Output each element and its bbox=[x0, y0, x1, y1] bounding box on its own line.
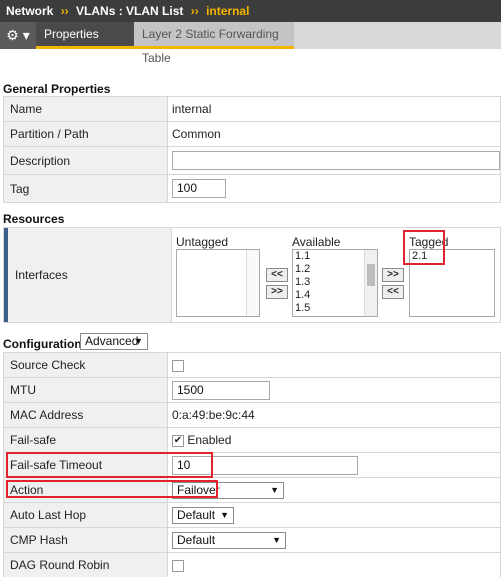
general-properties-table: Name internal Partition / Path Common De… bbox=[3, 96, 501, 203]
interfaces-label: Interfaces bbox=[8, 228, 172, 322]
auto-last-hop-cell: Default ▼ bbox=[167, 502, 501, 528]
breadcrumb-separator: ›› bbox=[60, 4, 69, 18]
description-cell bbox=[167, 146, 501, 175]
dag-label: DAG Round Robin bbox=[3, 552, 168, 577]
description-input[interactable] bbox=[172, 151, 500, 170]
mtu-label: MTU bbox=[3, 377, 168, 403]
resources-title: Resources bbox=[3, 212, 65, 226]
mtu-input[interactable]: 1500 bbox=[172, 380, 270, 400]
source-check-cell bbox=[167, 352, 501, 378]
available-label: Available bbox=[292, 235, 341, 249]
configuration-mode-value: Advanced bbox=[85, 334, 139, 348]
move-from-tagged-button[interactable]: << bbox=[382, 285, 404, 299]
available-scrollbar[interactable] bbox=[364, 250, 377, 316]
untagged-listbox[interactable] bbox=[176, 249, 260, 317]
row-description: Description bbox=[3, 146, 501, 175]
tag-input[interactable]: 100 bbox=[172, 179, 226, 198]
untagged-label: Untagged bbox=[176, 235, 229, 249]
mac-value: 0:a:49:be:9c:44 bbox=[167, 402, 501, 428]
name-label: Name bbox=[3, 96, 168, 122]
configuration-title: Configuration: bbox=[3, 337, 86, 351]
partition-label: Partition / Path bbox=[3, 121, 168, 147]
mtu-cell: 1500 bbox=[167, 377, 501, 403]
available-listbox[interactable]: 1.1 1.2 1.3 1.4 1.5 bbox=[292, 249, 378, 317]
row-auto-last-hop: Auto Last Hop Default ▼ bbox=[3, 502, 501, 528]
row-mac: MAC Address 0:a:49:be:9c:44 bbox=[3, 402, 501, 428]
dag-cell bbox=[167, 552, 501, 577]
row-failsafe: Fail-safe ✔ Enabled bbox=[3, 427, 501, 453]
chevron-down-icon: ▼ bbox=[270, 484, 279, 495]
general-properties-title: General Properties bbox=[3, 82, 111, 96]
name-value: internal bbox=[167, 96, 501, 122]
tab-properties[interactable]: Properties bbox=[36, 22, 134, 49]
action-highlight-box bbox=[6, 480, 218, 498]
failsafe-value: Enabled bbox=[187, 433, 232, 447]
tagged-highlight-box bbox=[403, 230, 445, 265]
dag-checkbox[interactable] bbox=[172, 559, 184, 572]
tag-cell: 100 bbox=[167, 174, 501, 203]
source-check-checkbox[interactable] bbox=[172, 359, 184, 372]
row-name: Name internal bbox=[3, 96, 501, 122]
cmp-hash-label: CMP Hash bbox=[3, 527, 168, 553]
row-mtu: MTU 1500 bbox=[3, 377, 501, 403]
failsafe-timeout-highlight-box bbox=[6, 452, 213, 478]
auto-last-hop-label: Auto Last Hop bbox=[3, 502, 168, 528]
gear-menu-icon[interactable]: ⚙ ▾ bbox=[0, 22, 36, 49]
tag-label: Tag bbox=[3, 174, 168, 203]
breadcrumb-separator-2: ›› bbox=[190, 4, 199, 18]
chevron-down-icon: ▼ bbox=[272, 534, 281, 545]
failsafe-timeout-cell: 10 bbox=[167, 452, 501, 478]
chevron-down-icon: ▼ bbox=[220, 509, 229, 520]
failsafe-label: Fail-safe bbox=[3, 427, 168, 453]
row-dag: DAG Round Robin bbox=[3, 552, 501, 577]
cmp-hash-value: Default bbox=[177, 532, 216, 547]
row-cmp-hash: CMP Hash Default ▼ bbox=[3, 527, 501, 553]
configuration-mode-select[interactable]: Advanced ▼ bbox=[80, 333, 148, 350]
mac-label: MAC Address bbox=[3, 402, 168, 428]
scroll-thumb[interactable] bbox=[367, 264, 375, 286]
breadcrumb-root[interactable]: Network bbox=[6, 4, 53, 18]
row-partition: Partition / Path Common bbox=[3, 121, 501, 147]
untagged-scrollbar[interactable] bbox=[246, 250, 259, 316]
tab-bar: ⚙ ▾ Properties Layer 2 Static Forwarding… bbox=[0, 22, 501, 65]
partition-value: Common bbox=[167, 121, 501, 147]
move-to-untagged-button[interactable]: << bbox=[266, 268, 288, 282]
tab-l2-static-forwarding[interactable]: Layer 2 Static Forwarding Table bbox=[134, 22, 294, 65]
move-to-available-button[interactable]: >> bbox=[266, 285, 288, 299]
move-to-tagged-button[interactable]: >> bbox=[382, 268, 404, 282]
cmp-hash-select[interactable]: Default ▼ bbox=[172, 531, 286, 549]
breadcrumb-current: internal bbox=[206, 4, 250, 18]
source-check-label: Source Check bbox=[3, 352, 168, 378]
breadcrumb: Network ›› VLANs : VLAN List ›› internal bbox=[0, 0, 501, 22]
auto-last-hop-select[interactable]: Default ▼ bbox=[172, 506, 234, 524]
description-label: Description bbox=[3, 146, 168, 175]
failsafe-cell: ✔ Enabled bbox=[167, 427, 501, 453]
row-source-check: Source Check bbox=[3, 352, 501, 378]
chevron-down-icon: ▼ bbox=[134, 336, 143, 346]
breadcrumb-vlan-list[interactable]: VLANs : VLAN List bbox=[76, 4, 183, 18]
cmp-hash-cell: Default ▼ bbox=[167, 527, 501, 553]
auto-last-hop-value: Default bbox=[177, 507, 216, 522]
row-tag: Tag 100 bbox=[3, 174, 501, 203]
failsafe-checkbox[interactable]: ✔ bbox=[172, 434, 184, 447]
